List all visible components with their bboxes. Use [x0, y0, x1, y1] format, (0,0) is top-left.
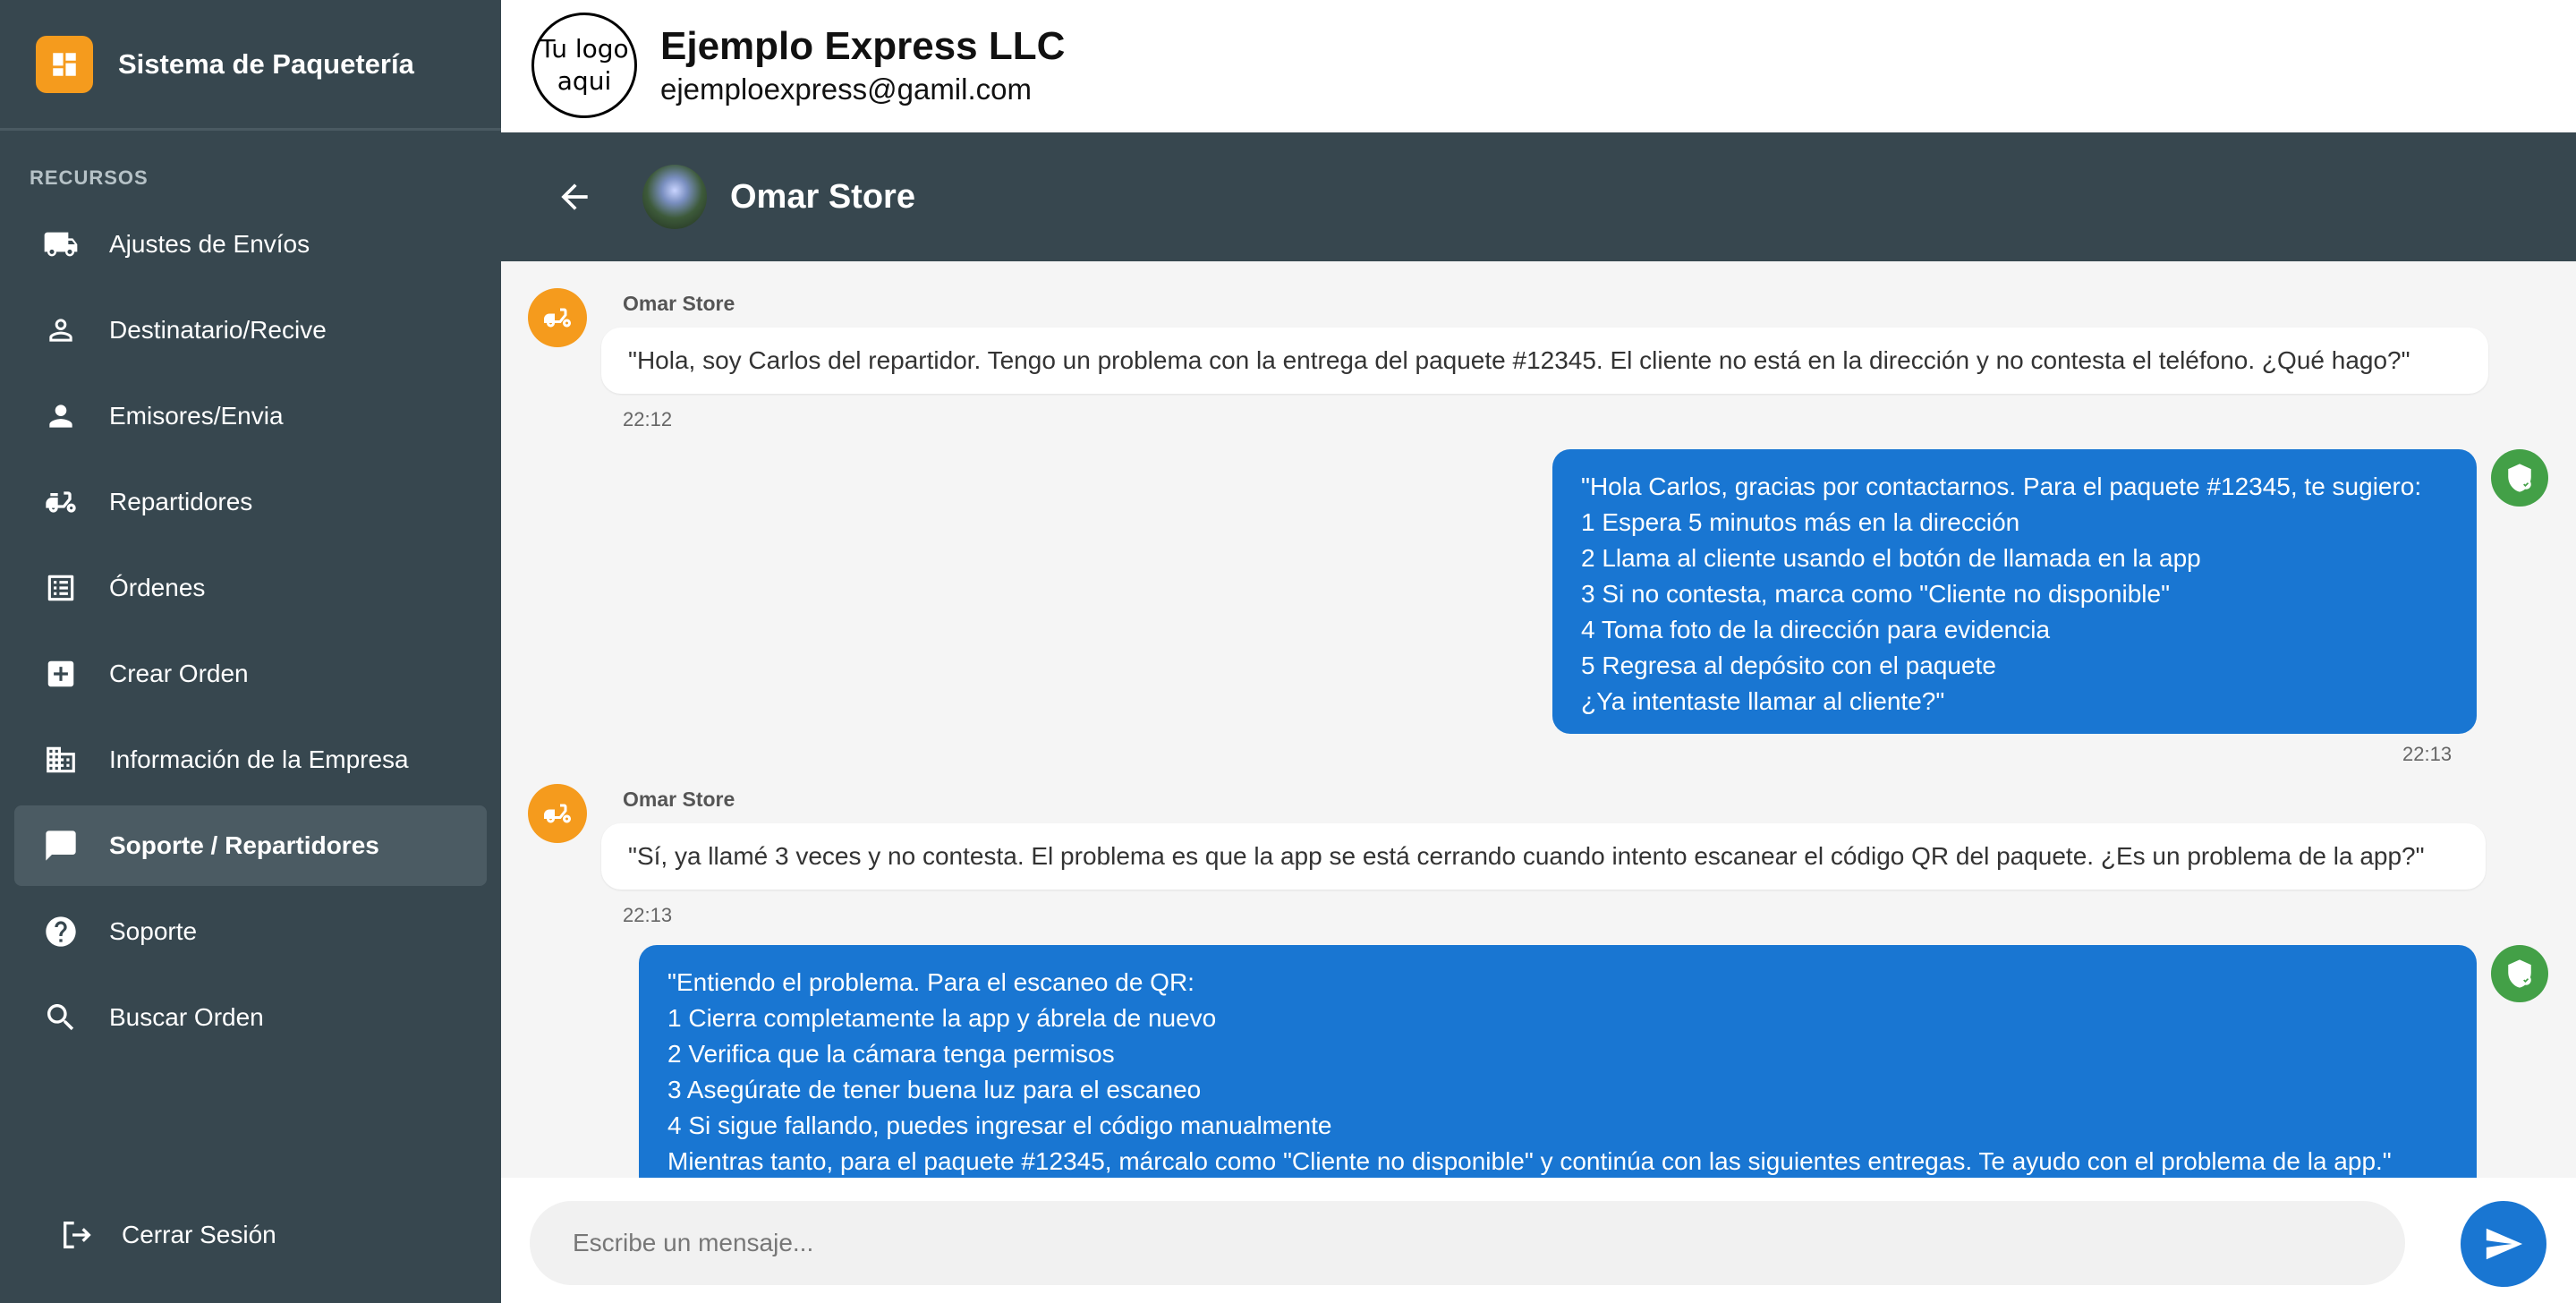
logo-text-line2: aqui [557, 66, 612, 96]
contact-avatar[interactable] [642, 165, 707, 229]
message-time: 22:13 [623, 904, 673, 926]
sidebar-item-ajustes-envios[interactable]: Ajustes de Envíos [14, 204, 487, 285]
sidebar-item-label: Crear Orden [109, 660, 249, 687]
message-line: "Hola Carlos, gracias por contactarnos. … [1581, 473, 2422, 500]
company-info: Ejemplo Express LLC ejemploexpress@gamil… [660, 24, 1065, 106]
message-line: 3 Asegúrate de tener buena luz para el e… [667, 1076, 1202, 1103]
sidebar-item-label: Repartidores [109, 488, 253, 515]
message-line: 4 Si sigue fallando, puedes ingresar el … [667, 1111, 1332, 1139]
agent-avatar [2491, 449, 2548, 507]
message-line: 2 Verifica que la cámara tenga permisos [667, 1040, 1115, 1068]
sidebar-item-label: Destinatario/Recive [109, 316, 327, 344]
message-line: 5 Regresa al depósito con el paquete [1581, 652, 1996, 679]
sidebar-item-emisores[interactable]: Emisores/Envia [14, 376, 487, 456]
help-circle-icon [41, 912, 81, 951]
sidebar-nav: Ajustes de Envíos Destinatario/Recive Em… [0, 204, 501, 1058]
building-icon [41, 740, 81, 779]
logout-icon [57, 1215, 97, 1255]
message-bubble-incoming: "Sí, ya llamé 3 veces y no contesta. El … [601, 823, 2486, 890]
company-header: Tu logo aqui Ejemplo Express LLC ejemplo… [501, 0, 2576, 131]
shield-check-icon [2508, 959, 2531, 988]
delivery-scooter-icon [41, 482, 81, 522]
sender-avatar [528, 784, 587, 843]
dashboard-icon [36, 35, 93, 93]
contact-name: Omar Store [730, 177, 915, 216]
person-outline-icon [41, 311, 81, 350]
send-button[interactable] [2461, 1201, 2546, 1287]
sidebar-item-crear-orden[interactable]: Crear Orden [14, 634, 487, 714]
message-bubble-outgoing: "Entiendo el problema. Para el escaneo d… [639, 945, 2477, 1178]
company-email: ejemploexpress@gamil.com [660, 72, 1032, 106]
sidebar-item-soporte-repartidores[interactable]: Soporte / Repartidores [14, 805, 487, 886]
section-label: RECURSOS [30, 166, 149, 189]
sidebar-item-informacion-empresa[interactable]: Información de la Empresa [14, 720, 487, 800]
send-icon [2486, 1228, 2523, 1260]
add-box-icon [41, 654, 81, 694]
delivery-scooter-icon [544, 804, 571, 823]
message-line: 2 Llama al cliente usando el botón de ll… [1581, 544, 2201, 572]
arrow-back-icon [561, 183, 588, 210]
sidebar-item-label: Soporte / Repartidores [109, 831, 379, 859]
message-line: 3 Si no contesta, marca como "Cliente no… [1581, 580, 2171, 608]
message-time: 22:12 [623, 408, 673, 430]
sidebar-item-buscar-orden[interactable]: Buscar Orden [14, 977, 487, 1058]
sidebar-item-label: Ajustes de Envíos [109, 230, 310, 258]
agent-avatar [2491, 945, 2548, 1002]
shield-check-icon [2508, 464, 2531, 492]
delivery-scooter-icon [544, 308, 571, 328]
sidebar-item-label: Órdenes [109, 574, 206, 601]
message-line: ¿Ya intentaste llamar al cliente?" [1581, 687, 1945, 715]
company-logo: Tu logo aqui [531, 13, 637, 118]
message-line: Mientras tanto, para el paquete #12345, … [667, 1147, 2392, 1175]
message-bubble-outgoing: "Hola Carlos, gracias por contactarnos. … [1552, 449, 2477, 734]
message-input[interactable] [530, 1201, 2405, 1285]
brand: Sistema de Paquetería [0, 0, 501, 131]
message-text: "Hola, soy Carlos del repartidor. Tengo … [628, 346, 2410, 374]
sidebar-item-repartidores[interactable]: Repartidores [14, 462, 487, 542]
message-composer [501, 1178, 2576, 1303]
sidebar-item-label: Información de la Empresa [109, 745, 409, 773]
message-sender: Omar Store [623, 292, 735, 315]
message-line: 1 Cierra completamente la app y ábrela d… [667, 1004, 1217, 1032]
message-line: 4 Toma foto de la dirección para evidenc… [1581, 616, 2051, 643]
sidebar-item-ordenes[interactable]: Órdenes [14, 548, 487, 628]
chat-icon [41, 826, 81, 865]
logout-label: Cerrar Sesión [122, 1221, 276, 1248]
message-text: "Sí, ya llamé 3 veces y no contesta. El … [628, 842, 2425, 870]
message-bubble-incoming: "Hola, soy Carlos del repartidor. Tengo … [601, 328, 2488, 394]
message-line: 1 Espera 5 minutos más en la dirección [1581, 508, 2020, 536]
back-button[interactable] [546, 168, 603, 226]
logout-button[interactable]: Cerrar Sesión [0, 1196, 501, 1274]
truck-icon [41, 225, 81, 264]
message-sender: Omar Store [623, 788, 735, 811]
person-icon [41, 396, 81, 436]
list-icon [41, 568, 81, 608]
sidebar-item-soporte[interactable]: Soporte [14, 891, 487, 972]
company-name: Ejemplo Express LLC [660, 24, 1066, 68]
message-list[interactable]: Omar Store "Hola, soy Carlos del reparti… [501, 261, 2576, 1178]
sidebar-item-label: Soporte [109, 917, 198, 945]
sidebar-item-destinatario[interactable]: Destinatario/Recive [14, 290, 487, 370]
sidebar-item-label: Buscar Orden [109, 1003, 264, 1031]
app-title: Sistema de Paquetería [118, 47, 414, 80]
sender-avatar [528, 288, 587, 347]
search-icon [41, 998, 81, 1037]
chat-header: Omar Store [501, 132, 2576, 261]
message-line: "Entiendo el problema. Para el escaneo d… [667, 968, 1194, 996]
sidebar: Sistema de Paquetería RECURSOS Ajustes d… [0, 0, 501, 1303]
message-time: 22:13 [2402, 743, 2453, 765]
sidebar-item-label: Emisores/Envia [109, 402, 284, 430]
logo-text-line1: Tu logo [540, 34, 629, 64]
